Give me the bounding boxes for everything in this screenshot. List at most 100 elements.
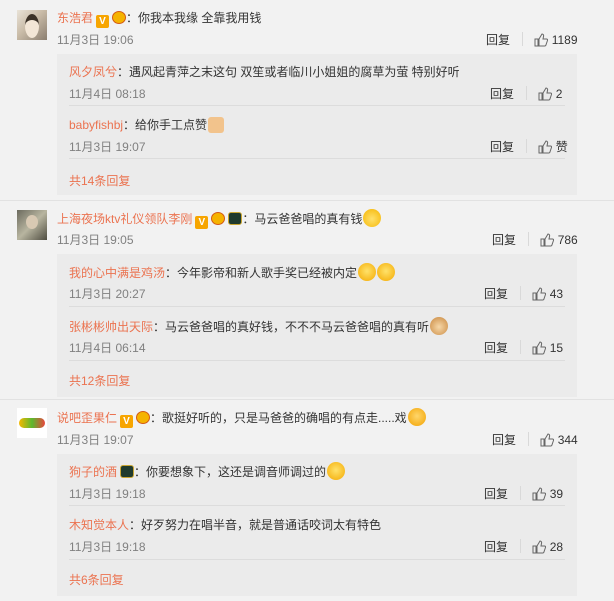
reply-time: 11月3日 19:07	[69, 140, 146, 154]
like-button[interactable]: 43	[532, 287, 563, 301]
verified-v-icon: V	[120, 415, 134, 428]
reply-button[interactable]: 回复	[484, 287, 508, 301]
thumbs-up-emoji-icon	[208, 117, 225, 133]
reply-button[interactable]: 回复	[486, 33, 510, 47]
divider	[520, 286, 522, 300]
like-button[interactable]: 1189	[534, 33, 578, 47]
laugh-cry-emoji-icon	[377, 263, 396, 281]
reply-button[interactable]: 回复	[492, 433, 516, 447]
reply-button[interactable]: 回复	[484, 341, 508, 355]
like-count: 28	[549, 540, 564, 554]
divider	[69, 505, 565, 506]
comment-text: ：歌挺好听的，只是马爸爸的确唱的有点走.....戏	[150, 411, 407, 425]
thumbs-up-icon	[538, 140, 553, 154]
comment-time: 11月3日 19:07	[57, 433, 134, 447]
more-replies-label: 共6条回复	[69, 573, 124, 587]
reply-body: babyfishbj：给你手工点赞	[69, 116, 225, 133]
reply-button[interactable]: 回复	[492, 233, 516, 247]
thread-divider	[0, 200, 614, 201]
like-count: 43	[549, 287, 564, 301]
like-button[interactable]: 28	[532, 540, 563, 554]
divider	[528, 232, 530, 246]
divider	[520, 539, 522, 553]
reply-actions: 回复 39	[484, 485, 563, 502]
comment-username[interactable]: 东浩君	[57, 11, 93, 25]
level-badge-icon	[228, 212, 243, 225]
divider	[520, 486, 522, 500]
laugh-cry-emoji-icon	[358, 263, 377, 281]
reply-text: ：今年影帝和新人歌手奖已经被内定	[165, 266, 358, 280]
thumbs-up-icon	[534, 33, 549, 47]
reply-body: 我的心中满是鸡汤：今年影帝和新人歌手奖已经被内定	[69, 263, 396, 281]
reply-text: ：好歹努力在唱半音，就是普通话咬词太有特色	[129, 518, 382, 532]
more-replies-link[interactable]: 共12条回复	[69, 372, 130, 389]
reply-username[interactable]: 张彬彬帅出天际	[69, 320, 153, 334]
avatar[interactable]	[17, 10, 47, 40]
comment-text: ：马云爸爸唱的真有钱	[242, 212, 363, 226]
avatar[interactable]	[17, 210, 47, 240]
more-replies-link[interactable]: 共6条回复	[69, 571, 124, 588]
divider	[526, 139, 528, 153]
reply-username[interactable]: 风夕凤兮	[69, 65, 117, 79]
divider	[69, 105, 565, 106]
reply-button[interactable]: 回复	[484, 540, 508, 554]
like-count: 赞	[555, 140, 568, 154]
like-button[interactable]: 39	[532, 487, 563, 501]
verified-v-icon: V	[96, 15, 110, 28]
thumbs-up-icon	[540, 233, 555, 247]
thumbs-up-icon	[540, 433, 555, 447]
thumbs-up-icon	[532, 287, 547, 301]
reply-button[interactable]: 回复	[490, 87, 514, 101]
comment-body: 东浩君 V ：你我本我缘 全靠我用钱	[57, 9, 261, 28]
crown-badge-icon	[211, 212, 226, 225]
like-button[interactable]: 2	[538, 87, 562, 101]
like-button[interactable]: 786	[540, 233, 578, 247]
thumbs-up-icon	[532, 487, 547, 501]
like-count: 1189	[551, 33, 578, 47]
reply-text: ：马云爸爸唱的真好钱，不不不马云爸爸唱的真有听	[153, 320, 430, 334]
comment-time: 11月3日 19:05	[57, 233, 134, 247]
laugh-cry-emoji-icon	[327, 462, 346, 480]
reply-body: 木知觉本人：好歹努力在唱半音，就是普通话咬词太有特色	[69, 516, 381, 533]
reply-button[interactable]: 回复	[484, 487, 508, 501]
reply-actions: 回复 15	[484, 339, 563, 356]
thread-divider	[0, 399, 614, 400]
like-button[interactable]: 赞	[538, 140, 568, 154]
reply-time: 11月3日 19:18	[69, 487, 146, 501]
divider	[69, 158, 565, 159]
verified-v-icon: V	[195, 216, 209, 229]
reply-username[interactable]: 木知觉本人	[69, 518, 129, 532]
thumbs-up-icon	[532, 341, 547, 355]
reply-body: 张彬彬帅出天际：马云爸爸唱的真好钱，不不不马云爸爸唱的真有听	[69, 317, 449, 335]
reply-body: 狗子的酒 ：你要想象下，这还是调音师调过的	[69, 462, 346, 480]
thumbs-up-icon	[532, 540, 547, 554]
comment-actions: 回复 344	[492, 431, 578, 448]
reply-text: ：给你手工点赞	[123, 118, 208, 132]
comment-body: 上海夜场ktv礼仪领队李刚 V ：马云爸爸唱的真有钱	[57, 209, 382, 229]
comment-time: 11月3日 19:06	[57, 33, 134, 47]
avatar[interactable]	[17, 408, 47, 438]
reply-time: 11月3日 19:18	[69, 540, 146, 554]
reply-username[interactable]: babyfishbj	[69, 118, 123, 132]
reply-username[interactable]: 狗子的酒	[69, 465, 117, 479]
reply-username[interactable]: 我的心中满是鸡汤	[69, 266, 165, 280]
like-button[interactable]: 15	[532, 341, 563, 355]
more-replies-link[interactable]: 共14条回复	[69, 172, 130, 189]
like-button[interactable]: 344	[540, 433, 578, 447]
reply-time: 11月4日 06:14	[69, 341, 146, 355]
divider	[69, 306, 565, 307]
reply-button[interactable]: 回复	[490, 140, 514, 154]
like-count: 2	[555, 87, 563, 101]
divider	[69, 559, 565, 560]
divider	[522, 32, 524, 46]
more-replies-label: 共12条回复	[69, 374, 131, 388]
reply-actions: 回复 赞	[490, 138, 568, 155]
divider	[528, 432, 530, 446]
divider	[526, 86, 528, 100]
dog-emoji-icon	[430, 317, 449, 335]
comment-username[interactable]: 说吧歪果仁	[57, 411, 117, 425]
reply-text: ：遇风起青萍之末这句 双笙或者临川小姐姐的腐草为萤 特别好听	[117, 65, 460, 79]
comment-username[interactable]: 上海夜场ktv礼仪领队李刚	[57, 212, 192, 226]
thumbs-up-icon	[538, 87, 553, 101]
like-count: 344	[557, 433, 578, 447]
